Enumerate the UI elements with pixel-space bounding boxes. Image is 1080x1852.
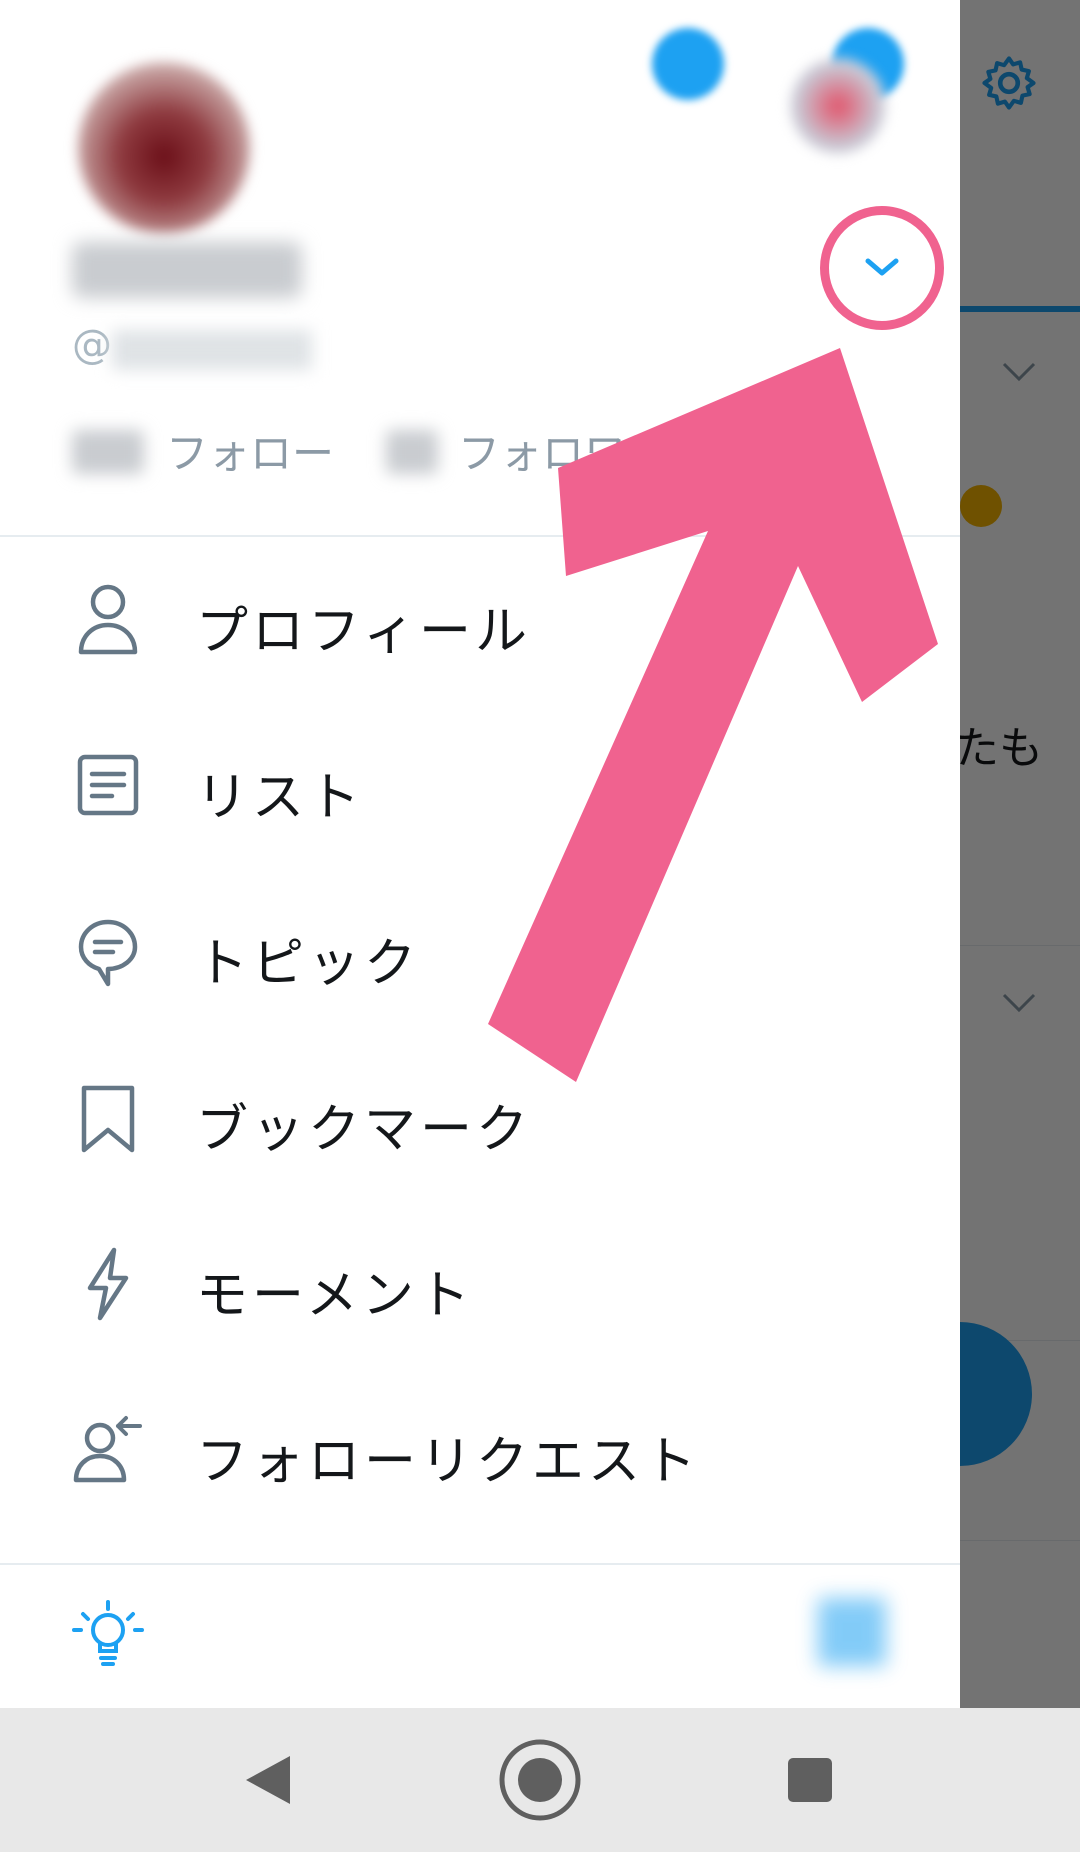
menu-item-profile[interactable]: プロフィール (0, 537, 960, 703)
menu-label: ブックマーク (196, 1100, 533, 1160)
followers-count (386, 430, 438, 474)
bookmark-icon (81, 1085, 135, 1153)
menu-item-lists[interactable]: リスト (0, 703, 960, 869)
account-switch-avatar[interactable] (652, 28, 724, 100)
menu-item-topics[interactable]: トピック (0, 869, 960, 1035)
menu-item-bookmarks[interactable]: ブックマーク (0, 1035, 960, 1201)
display-name (72, 242, 302, 298)
menu-label: トピック (196, 934, 421, 994)
navigation-drawer: @ フォロー フォロワー プロフィール リスト トピック ブックマーク モーメン… (0, 0, 960, 1708)
chevron-down-icon (865, 258, 899, 276)
lightbulb-icon[interactable] (68, 1596, 148, 1676)
home-icon[interactable] (480, 1708, 600, 1852)
menu-label: リスト (196, 768, 365, 828)
handle-blurred (112, 330, 312, 370)
following-link[interactable]: フォロー (166, 420, 334, 481)
back-icon[interactable] (208, 1708, 328, 1852)
user-handle: @ (72, 322, 112, 368)
topic-bubble-icon (78, 919, 138, 987)
list-icon (77, 754, 139, 816)
menu-item-follow-requests[interactable]: フォローリクエスト (0, 1367, 960, 1533)
recents-icon[interactable] (750, 1708, 870, 1852)
profile-avatar[interactable] (78, 62, 250, 234)
handle-prefix: @ (72, 322, 112, 368)
menu-label: プロフィール (196, 602, 531, 662)
system-navigation-bar (0, 1708, 1080, 1852)
lightning-icon (87, 1247, 129, 1321)
follow-request-icon (73, 1416, 142, 1483)
account-expand-button[interactable] (820, 206, 944, 330)
footer-divider (0, 1563, 960, 1565)
account-switch-avatar[interactable] (790, 58, 886, 154)
followers-link[interactable]: フォロワー (458, 420, 668, 481)
menu-label: モーメント (196, 1266, 474, 1326)
following-count (72, 430, 144, 474)
qr-code-icon[interactable] (818, 1598, 886, 1666)
menu-item-moments[interactable]: モーメント (0, 1201, 960, 1367)
menu-label: フォローリクエスト (196, 1432, 701, 1492)
person-icon (78, 584, 138, 655)
